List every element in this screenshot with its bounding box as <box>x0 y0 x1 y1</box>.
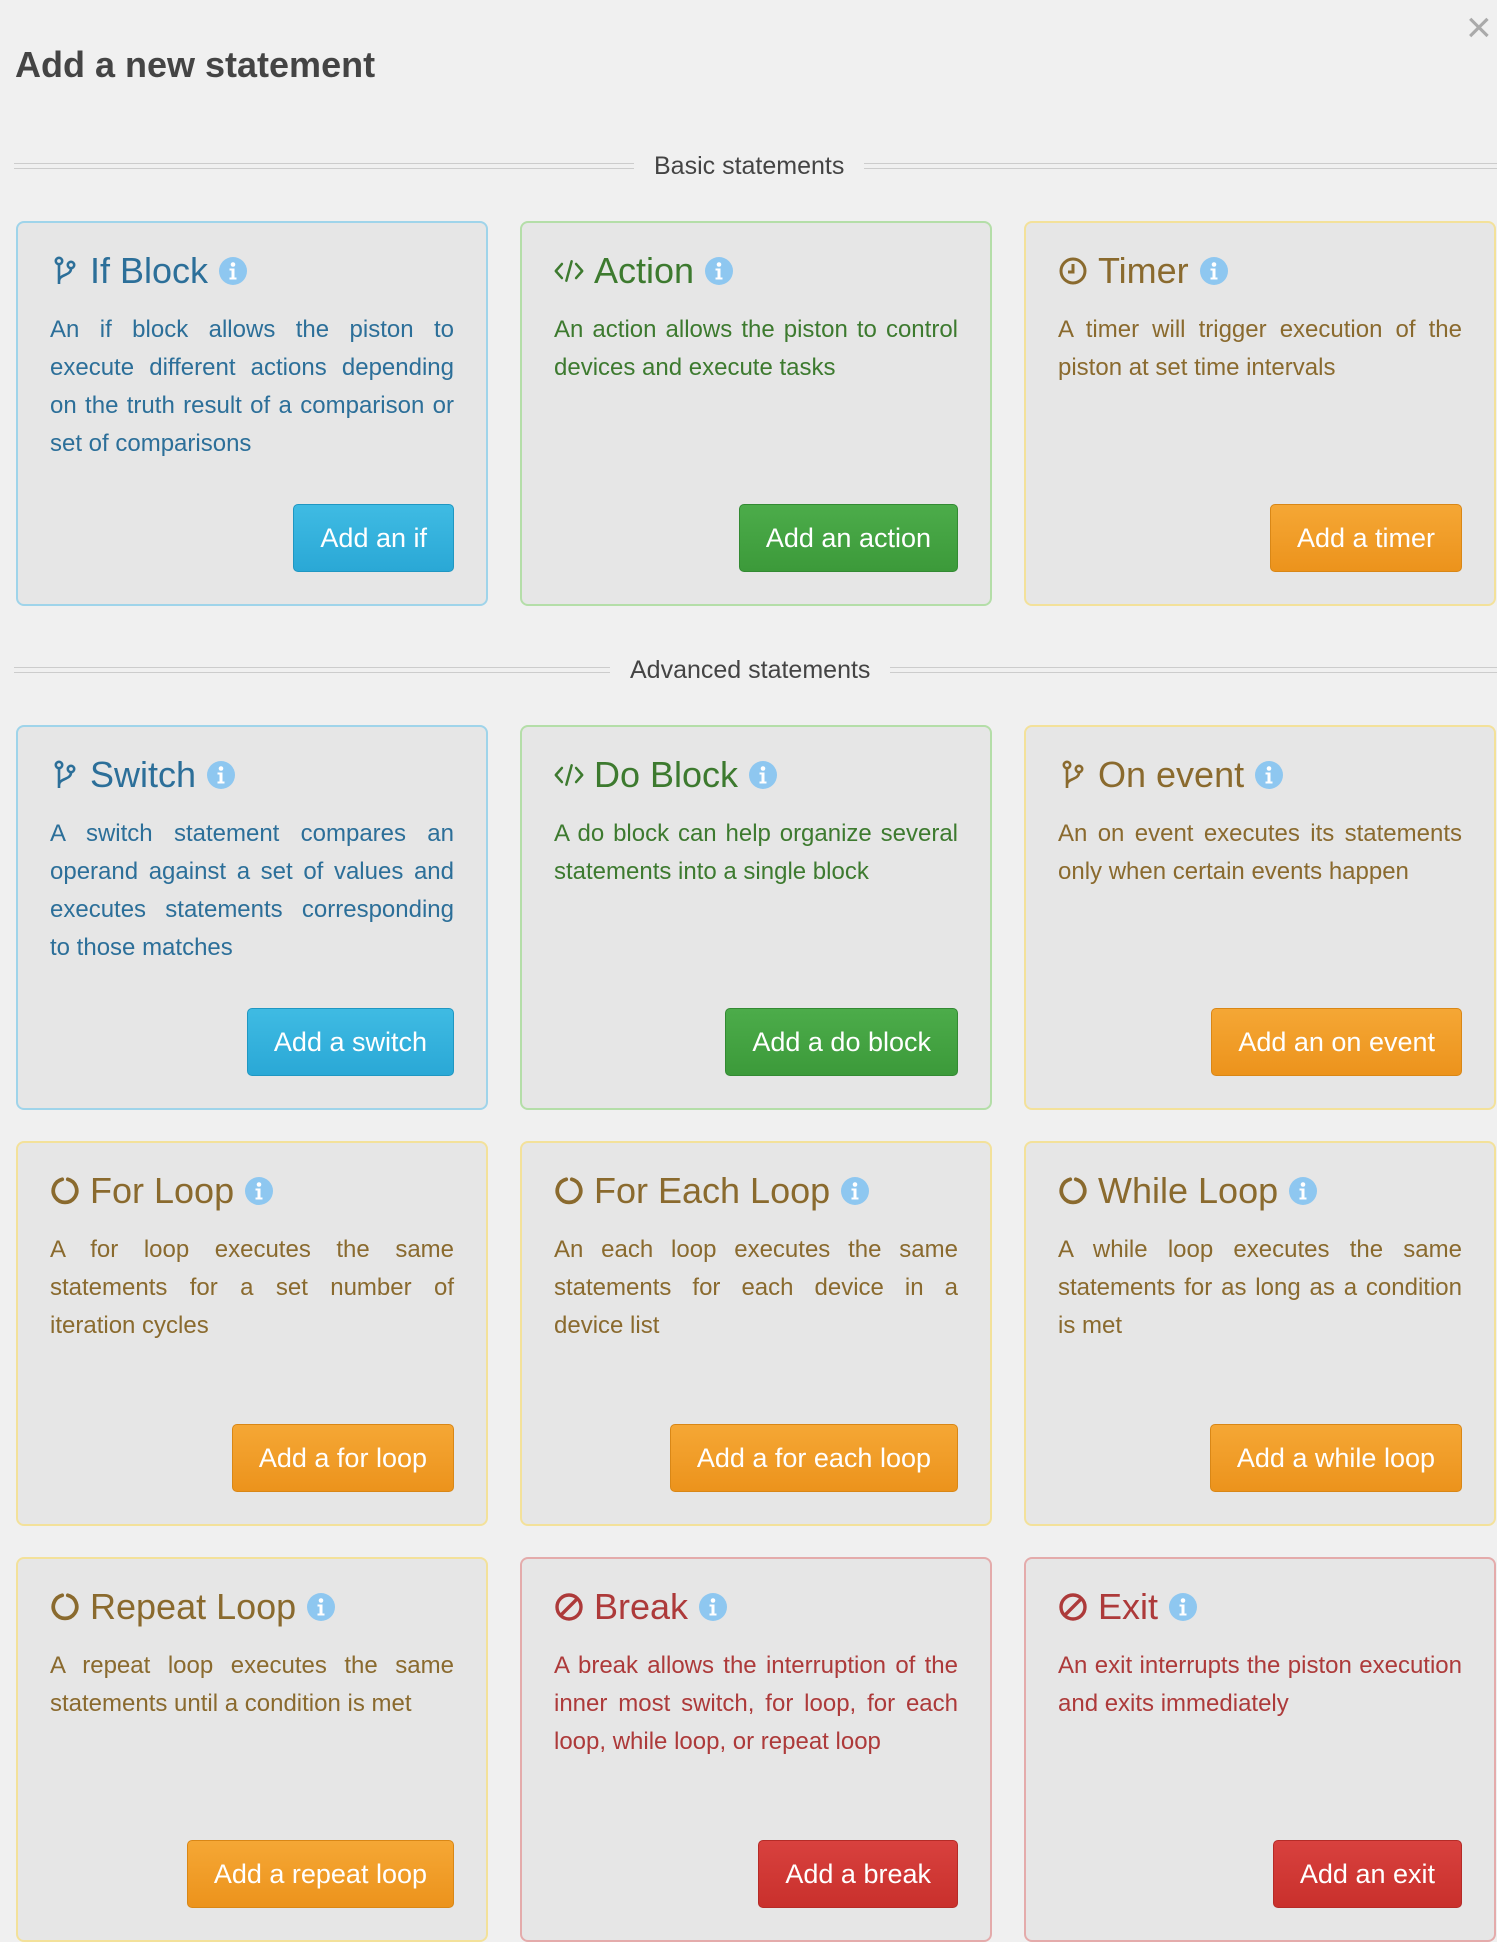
statement-card-do-block: Do Block A do block can help organize sev… <box>520 725 992 1110</box>
section-label: Basic statements <box>654 151 845 180</box>
loop-icon <box>554 1176 584 1206</box>
close-icon[interactable]: × <box>1466 6 1492 50</box>
card-title-label: For Each Loop <box>594 1170 831 1211</box>
info-icon[interactable] <box>1254 760 1284 790</box>
card-title-label: Action <box>594 250 695 291</box>
basic-statements-grid: If Block An if block allows the piston to… <box>16 221 1496 606</box>
loop-icon <box>1058 1176 1088 1206</box>
branch-icon <box>50 760 80 790</box>
add-on-event-button[interactable]: Add an on event <box>1211 1008 1462 1076</box>
info-icon[interactable] <box>1168 1592 1198 1622</box>
card-description: A timer will trigger execution of the pi… <box>1058 316 1462 381</box>
modal-title: Add a new statement <box>15 44 376 85</box>
add-do-block-button[interactable]: Add a do block <box>725 1008 958 1076</box>
card-title: On event <box>1058 753 1462 797</box>
card-title-label: While Loop <box>1098 1170 1279 1211</box>
card-title-label: Switch <box>90 754 197 795</box>
clock-icon <box>1058 256 1088 286</box>
add-while-loop-button[interactable]: Add a while loop <box>1209 1424 1462 1492</box>
section-label: Advanced statements <box>630 655 871 684</box>
info-icon[interactable] <box>840 1176 870 1206</box>
card-description: A switch statement compares an operand a… <box>50 820 454 961</box>
card-title: Do Block <box>554 753 958 797</box>
add-switch-button[interactable]: Add a switch <box>246 1008 454 1076</box>
statement-card-switch: Switch A switch statement compares an ope… <box>16 725 488 1110</box>
card-title-label: On event <box>1098 754 1245 795</box>
info-icon[interactable] <box>1199 256 1229 286</box>
info-icon[interactable] <box>1288 1176 1318 1206</box>
ban-icon <box>554 1592 584 1622</box>
add-timer-button[interactable]: Add a timer <box>1269 504 1462 572</box>
info-icon[interactable] <box>244 1176 274 1206</box>
card-title: For Each Loop <box>554 1169 958 1213</box>
statement-card-for-loop: For Loop A for loop executes the same sta… <box>16 1141 488 1526</box>
card-title: Break <box>554 1585 958 1629</box>
statement-card-exit: Exit An exit interrupts the piston execut… <box>1024 1557 1496 1942</box>
add-action-button[interactable]: Add an action <box>738 504 958 572</box>
statement-card-for-each-loop: For Each Loop An each loop executes the s… <box>520 1141 992 1526</box>
statement-card-timer: Timer A timer will trigger execution of t… <box>1024 221 1496 606</box>
statement-card-repeat-loop: Repeat Loop A repeat loop executes the sa… <box>16 1557 488 1942</box>
card-title: Exit <box>1058 1585 1462 1629</box>
card-description: An exit interrupts the piston execution … <box>1058 1652 1462 1717</box>
info-icon[interactable] <box>218 256 248 286</box>
card-title-label: Timer <box>1098 250 1189 291</box>
card-title-label: Do Block <box>594 754 739 795</box>
section-divider-basic: Basic statements <box>14 151 1497 181</box>
code-icon <box>554 760 584 790</box>
info-icon[interactable] <box>748 760 778 790</box>
card-title-label: Break <box>594 1586 689 1627</box>
card-description: A for loop executes the same statements … <box>50 1236 454 1339</box>
card-title: While Loop <box>1058 1169 1462 1213</box>
card-title: If Block <box>50 249 454 293</box>
branch-icon <box>50 256 80 286</box>
add-if-block-button[interactable]: Add an if <box>293 504 454 572</box>
card-title: Timer <box>1058 249 1462 293</box>
card-description: A do block can help organize several sta… <box>554 820 958 885</box>
card-title-label: For Loop <box>90 1170 235 1211</box>
branch-icon <box>1058 760 1088 790</box>
info-icon[interactable] <box>698 1592 728 1622</box>
advanced-statements-grid: Switch A switch statement compares an ope… <box>16 725 1496 1942</box>
info-icon[interactable] <box>206 760 236 790</box>
card-description: An action allows the piston to control d… <box>554 316 958 381</box>
card-title-label: If Block <box>90 250 209 291</box>
loop-icon <box>50 1592 80 1622</box>
info-icon[interactable] <box>306 1592 336 1622</box>
add-break-button[interactable]: Add a break <box>758 1840 958 1908</box>
statement-card-while-loop: While Loop A while loop executes the same… <box>1024 1141 1496 1526</box>
card-title-label: Exit <box>1098 1586 1159 1627</box>
card-title: Repeat Loop <box>50 1585 454 1629</box>
add-for-loop-button[interactable]: Add a for loop <box>231 1424 454 1492</box>
statement-card-break: Break A break allows the interruption of … <box>520 1557 992 1942</box>
add-exit-button[interactable]: Add an exit <box>1272 1840 1462 1908</box>
card-description: A break allows the interruption of the i… <box>554 1652 958 1755</box>
card-description: An on event executes its statements only… <box>1058 820 1462 885</box>
loop-icon <box>50 1176 80 1206</box>
statement-card-on-event: On event An on event executes its stateme… <box>1024 725 1496 1110</box>
add-for-each-loop-button[interactable]: Add a for each loop <box>669 1424 958 1492</box>
statement-card-if-block: If Block An if block allows the piston to… <box>16 221 488 606</box>
card-title: Action <box>554 249 958 293</box>
card-description: An each loop executes the same statement… <box>554 1236 958 1339</box>
info-icon[interactable] <box>704 256 734 286</box>
card-title: For Loop <box>50 1169 454 1213</box>
section-divider-advanced: Advanced statements <box>14 655 1497 685</box>
card-title: Switch <box>50 753 454 797</box>
card-title-label: Repeat Loop <box>90 1586 297 1627</box>
statement-card-action: Action An action allows the piston to con… <box>520 221 992 606</box>
card-description: An if block allows the piston to execute… <box>50 316 454 457</box>
add-repeat-loop-button[interactable]: Add a repeat loop <box>186 1840 454 1908</box>
card-description: A while loop executes the same statement… <box>1058 1236 1462 1339</box>
code-icon <box>554 256 584 286</box>
ban-icon <box>1058 1592 1088 1622</box>
card-description: A repeat loop executes the same statemen… <box>50 1652 454 1717</box>
